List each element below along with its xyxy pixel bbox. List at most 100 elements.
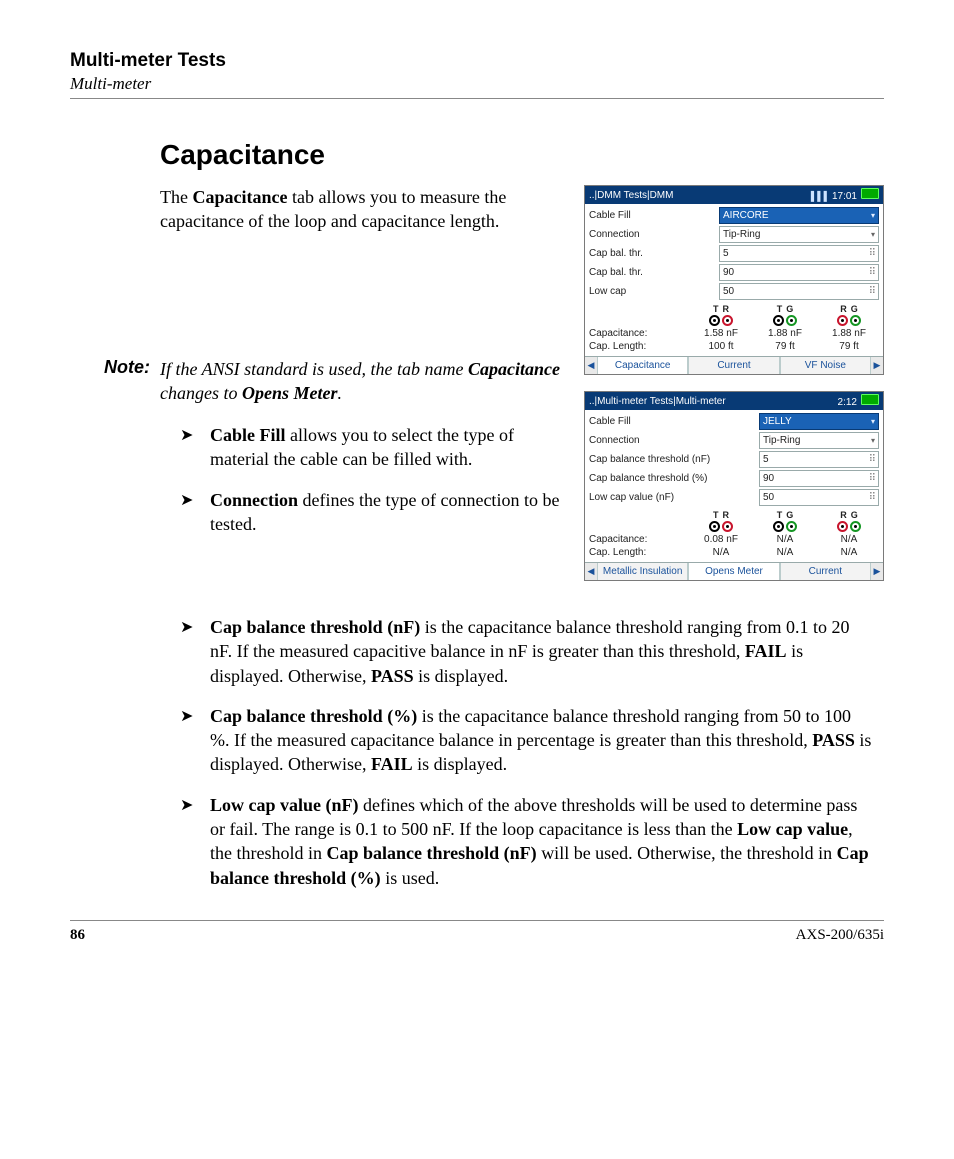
note-block: Note: If the ANSI standard is used, the … [70, 357, 566, 406]
form-row: Low cap value (nF) 50⠿ [589, 489, 879, 506]
tab-bar: ◀Metallic InsulationOpens MeterCurrent▶ [585, 562, 883, 580]
list-item: Cap balance threshold (nF) is the capaci… [180, 615, 874, 688]
data-value: N/A [755, 547, 815, 558]
tab[interactable]: Current [688, 357, 779, 374]
data-value: 1.88 nF [819, 328, 879, 339]
form-row: Connection Tip-Ring▾ [589, 432, 879, 449]
chevron-down-icon: ▾ [871, 230, 875, 239]
data-value: 1.88 nF [755, 328, 815, 339]
data-value: N/A [691, 547, 751, 558]
number-input[interactable]: 50⠿ [759, 489, 879, 506]
list-item: Connection defines the type of connectio… [180, 488, 566, 537]
form-row: Cable Fill AIRCORE▾ [589, 207, 879, 224]
pair-icon: RG [819, 304, 879, 326]
tab[interactable]: Current [780, 563, 871, 580]
tab-scroll-left[interactable]: ◀ [585, 357, 597, 374]
pair-icon: TG [755, 304, 815, 326]
field-label: Cap balance threshold (nF) [589, 454, 755, 465]
form-row: Cap bal. thr.90⠿ [589, 264, 879, 281]
chevron-down-icon: ▾ [871, 417, 875, 426]
data-row: Cap. Length:100 ft79 ft79 ft [589, 341, 879, 352]
list-item: Cap balance threshold (%) is the capacit… [180, 704, 874, 777]
list-item: Cable Fill allows you to select the type… [180, 423, 566, 472]
signal-icon: ▌▌▌ [811, 191, 830, 201]
form-row: Cap balance threshold (nF) 5⠿ [589, 451, 879, 468]
chevron-down-icon: ▾ [871, 211, 875, 220]
dropdown[interactable]: JELLY▾ [759, 413, 879, 430]
pair-icon: RG [819, 510, 879, 532]
dropdown[interactable]: AIRCORE▾ [719, 207, 879, 224]
battery-icon [861, 394, 879, 405]
text: If the ANSI standard is used, the tab na… [160, 359, 468, 379]
dropdown[interactable]: Tip-Ring▾ [759, 432, 879, 449]
pair-header-row: TRTGRG [589, 304, 879, 326]
keypad-icon: ⠿ [869, 473, 875, 484]
bullet-list: Cap balance threshold (nF) is the capaci… [70, 615, 884, 890]
number-input[interactable]: 50⠿ [719, 283, 879, 300]
keypad-icon: ⠿ [869, 454, 875, 465]
tab-scroll-right[interactable]: ▶ [871, 563, 883, 580]
text: Capacitance [192, 187, 287, 207]
field-label: Low cap value (nF) [589, 492, 755, 503]
tab[interactable]: Opens Meter [688, 563, 779, 580]
tab[interactable]: Capacitance [597, 357, 688, 374]
form-row: Low cap50⠿ [589, 283, 879, 300]
section-subtitle: Multi-meter [70, 74, 884, 94]
note-label: Note: [86, 357, 150, 406]
data-label: Capacitance: [589, 534, 687, 545]
field-label: Cap balance threshold (%) [589, 473, 755, 484]
number-input[interactable]: 90⠿ [719, 264, 879, 281]
field-label: Cap bal. thr. [589, 248, 715, 259]
data-value: 1.58 nF [691, 328, 751, 339]
data-row: Cap. Length:N/AN/AN/A [589, 547, 879, 558]
number-input[interactable]: 5⠿ [719, 245, 879, 262]
form-row: Cable Fill JELLY▾ [589, 413, 879, 430]
keypad-icon: ⠿ [869, 286, 875, 297]
breadcrumb: ..|DMM Tests|DMM [589, 190, 673, 201]
text: Capacitance [468, 359, 560, 379]
list-item: Low cap value (nF) defines which of the … [180, 793, 874, 890]
section-heading: Capacitance [70, 139, 884, 171]
battery-icon [861, 188, 879, 199]
chevron-down-icon: ▾ [871, 436, 875, 445]
chapter-title: Multi-meter Tests [70, 50, 884, 72]
keypad-icon: ⠿ [869, 267, 875, 278]
data-value: 79 ft [819, 341, 879, 352]
dropdown[interactable]: Tip-Ring▾ [719, 226, 879, 243]
field-label: Connection [589, 435, 755, 446]
data-value: 79 ft [755, 341, 815, 352]
tab[interactable]: Metallic Insulation [597, 563, 688, 580]
intro-paragraph: The Capacitance tab allows you to measur… [70, 185, 566, 234]
text: changes to [160, 383, 242, 403]
breadcrumb: ..|Multi-meter Tests|Multi-meter [589, 396, 726, 407]
pair-icon: TR [691, 304, 751, 326]
data-value: 100 ft [691, 341, 751, 352]
tab-scroll-left[interactable]: ◀ [585, 563, 597, 580]
data-row: Capacitance: 1.58 nF 1.88 nF 1.88 nF [589, 328, 879, 339]
text: Opens Meter [242, 383, 338, 403]
device-screenshot-2: ..|Multi-meter Tests|Multi-meter 2:12 Ca… [584, 391, 884, 581]
field-label: Cable Fill [589, 416, 755, 427]
keypad-icon: ⠿ [869, 492, 875, 503]
page-number: 86 [70, 927, 85, 944]
clock: 2:12 [838, 397, 857, 408]
tab-scroll-right[interactable]: ▶ [871, 357, 883, 374]
form-row: Cap bal. thr. 5⠿ [589, 245, 879, 262]
device-screenshot-1: ..|DMM Tests|DMM ▌▌▌17:01 Cable Fill AIRC… [584, 185, 884, 375]
data-label: Capacitance: [589, 328, 687, 339]
tab-bar: ◀CapacitanceCurrentVF Noise▶ [585, 356, 883, 374]
number-input[interactable]: 90⠿ [759, 470, 879, 487]
data-value: 0.08 nF [691, 534, 751, 545]
data-value: N/A [819, 547, 879, 558]
device-titlebar: ..|Multi-meter Tests|Multi-meter 2:12 [585, 392, 883, 410]
data-value: N/A [819, 534, 879, 545]
note-body: If the ANSI standard is used, the tab na… [160, 357, 566, 406]
field-label: Cable Fill [589, 210, 715, 221]
pair-icon: TR [691, 510, 751, 532]
form-row: ConnectionTip-Ring▾ [589, 226, 879, 243]
pair-header-row: TRTGRG [589, 510, 879, 532]
clock: 17:01 [832, 191, 857, 202]
text: . [337, 383, 342, 403]
number-input[interactable]: 5⠿ [759, 451, 879, 468]
tab[interactable]: VF Noise [780, 357, 871, 374]
